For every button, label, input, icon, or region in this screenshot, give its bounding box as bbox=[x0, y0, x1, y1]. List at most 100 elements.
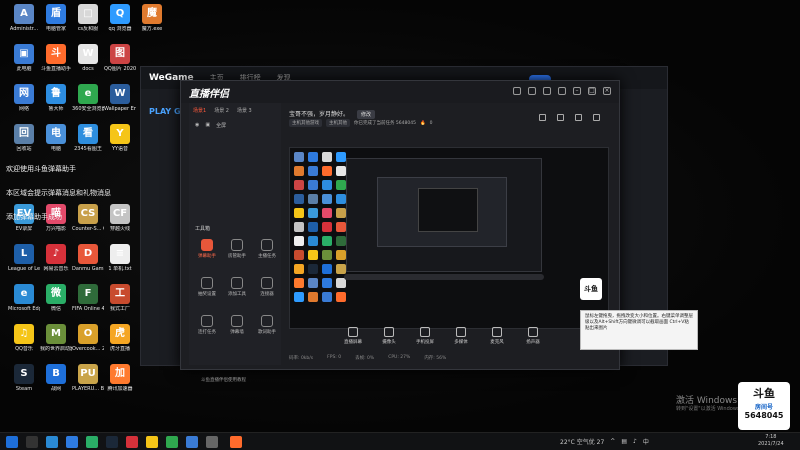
desktop-icon[interactable]: M 我的世界启动器 bbox=[40, 324, 72, 352]
preview-desktop-icon bbox=[322, 292, 332, 302]
tool-button[interactable]: 抽奖设置 bbox=[193, 277, 221, 297]
tool-button[interactable]: 连接器 bbox=[253, 277, 281, 297]
live-companion-window[interactable]: 直播伴侣 – □ × 场景1 场景 2 场景 3 ◉ ▣ 全屏 工具箱 弹幕助手… bbox=[180, 80, 620, 383]
douyu-taskbar-icon[interactable] bbox=[230, 436, 242, 448]
tool-button[interactable]: 添加工具 bbox=[223, 277, 251, 297]
desktop-icon[interactable]: e Microsoft Edge bbox=[8, 284, 40, 312]
desktop-icon[interactable]: 微微信 bbox=[40, 284, 72, 312]
preview-window-level3 bbox=[418, 188, 478, 232]
tag-category[interactable]: 主机其他游戏 bbox=[289, 119, 322, 127]
tool-button[interactable]: 歌词助手 bbox=[253, 315, 281, 335]
desktop-icon[interactable]: Qqq 浏览器 bbox=[104, 4, 136, 32]
source-icon bbox=[528, 327, 538, 337]
music-icon[interactable] bbox=[126, 436, 138, 448]
layout-icon[interactable] bbox=[557, 114, 564, 121]
desktop-icon[interactable]: 虎虎牙直播 bbox=[104, 324, 136, 352]
edit-title-button[interactable]: 修改 bbox=[356, 110, 375, 119]
desktop-icon[interactable]: CS Counter-S... Global Of... bbox=[72, 204, 104, 232]
app-icon: 鲁 bbox=[46, 84, 66, 104]
desktop-icon[interactable]: 鲁鲁大师 bbox=[40, 84, 72, 112]
desktop-icon[interactable]: O Overcook... 2 bbox=[72, 324, 104, 352]
tab-scene-3[interactable]: 场景 3 bbox=[237, 107, 252, 114]
source-button[interactable]: 多媒体 bbox=[449, 327, 473, 345]
maximize-icon[interactable]: □ bbox=[588, 87, 596, 95]
start-icon[interactable] bbox=[6, 436, 18, 448]
browser-icon[interactable] bbox=[166, 436, 178, 448]
source-button[interactable]: 扬声器 bbox=[521, 327, 545, 345]
desktop-icon[interactable]: F FIFA Online 4 bbox=[72, 284, 104, 312]
desktop-icon[interactable]: 斗斗鱼直播助手 bbox=[40, 44, 72, 72]
tool-icon[interactable] bbox=[206, 436, 218, 448]
desktop-icon[interactable]: 图 QQ图片 20201128... bbox=[104, 44, 136, 72]
ime-indicator[interactable]: 中 bbox=[643, 437, 649, 446]
desktop-icon[interactable]: ♫ QQ音乐 bbox=[8, 324, 40, 352]
desktop-icon[interactable]: 盾电脑管家 bbox=[40, 4, 72, 32]
desktop-icon[interactable]: ≡ 1 单机.txt bbox=[104, 244, 136, 272]
preview-desktop-icon bbox=[336, 208, 346, 218]
desktop-icon[interactable]: 加腾讯加速器 bbox=[104, 364, 136, 392]
desktop-icon[interactable]: 回回收站 bbox=[8, 124, 40, 152]
mail-icon[interactable] bbox=[543, 87, 551, 95]
clock[interactable]: 7:18 2021/7/24 bbox=[758, 434, 784, 448]
desktop-icon[interactable]: □ cs反和服 bbox=[72, 4, 104, 32]
tray-chevron-icon[interactable]: ^ bbox=[610, 438, 615, 445]
task-view-icon[interactable] bbox=[26, 436, 38, 448]
tab-scene-2[interactable]: 场景 2 bbox=[214, 107, 229, 114]
ev-icon[interactable] bbox=[186, 436, 198, 448]
network-icon[interactable]: ▤ bbox=[621, 438, 627, 445]
tool-button[interactable]: 主播任务 bbox=[253, 239, 281, 259]
tool-button[interactable]: 连打任务 bbox=[193, 315, 221, 335]
tab-scene-1[interactable]: 场景1 bbox=[193, 107, 206, 114]
play-label[interactable]: PLAY G bbox=[149, 107, 181, 116]
tool-button[interactable]: 弹幕墙 bbox=[223, 315, 251, 335]
source-button[interactable]: 直播屏幕 bbox=[341, 327, 365, 345]
desktop-icon[interactable]: W Wallpaper Engine... bbox=[104, 84, 136, 112]
desktop-icon[interactable]: L League of Legends bbox=[8, 244, 40, 272]
desktop-icon[interactable]: B 战网 bbox=[40, 364, 72, 392]
volume-icon[interactable]: ♪ bbox=[633, 438, 637, 445]
lock-scene-icon[interactable] bbox=[539, 114, 546, 121]
eye-icon[interactable]: ◉ bbox=[195, 122, 199, 129]
desktop-icon[interactable]: D Danmu Gamin... bbox=[72, 244, 104, 272]
weather-text[interactable]: 22°C 空气优 27 bbox=[560, 437, 604, 446]
desktop-icon[interactable]: Y YY语音 bbox=[104, 124, 136, 152]
desktop-icon[interactable]: e 360安全浏览器 bbox=[72, 84, 104, 112]
source-button[interactable]: 手机投屏 bbox=[413, 327, 437, 345]
settings-icon[interactable] bbox=[558, 87, 566, 95]
source-button[interactable]: 麦克风 bbox=[485, 327, 509, 345]
avatar-icon[interactable] bbox=[513, 87, 521, 95]
desktop-icon[interactable]: S Steam bbox=[8, 364, 40, 392]
share-icon[interactable] bbox=[593, 114, 600, 121]
close-icon[interactable]: × bbox=[603, 87, 611, 95]
desktop-icon[interactable]: 网网络 bbox=[8, 84, 40, 112]
desktop-icon[interactable]: A Administr... bbox=[8, 4, 40, 32]
scene-item-fullscreen[interactable]: ◉ ▣ 全屏 bbox=[189, 118, 281, 133]
tag-subcategory[interactable]: 主机其他 bbox=[326, 119, 350, 127]
desktop-icon[interactable]: ♪ 网易云音乐 bbox=[40, 244, 72, 272]
desktop-icon[interactable]: 电电脑 bbox=[40, 124, 72, 152]
desktop-icon[interactable]: 看 2345看图王 bbox=[72, 124, 104, 152]
preview-taskbar bbox=[344, 274, 544, 280]
qqmusic-icon[interactable] bbox=[146, 436, 158, 448]
wechat-icon[interactable] bbox=[86, 436, 98, 448]
edge-icon[interactable] bbox=[46, 436, 58, 448]
pin-icon[interactable] bbox=[575, 114, 582, 121]
desktop-icon[interactable]: 工我式工厂 bbox=[104, 284, 136, 312]
live-preview[interactable]: 斗鱼 bbox=[289, 147, 609, 329]
desktop-icon[interactable]: PU PLAYERU... BATTLEGR... bbox=[72, 364, 104, 392]
lock-icon[interactable]: ▣ bbox=[205, 122, 210, 129]
desktop-icon[interactable]: ▣ 此电脑 bbox=[8, 44, 40, 72]
tool-button[interactable]: 弹幕助手 bbox=[193, 239, 221, 259]
preview-desktop-icon bbox=[322, 250, 332, 260]
steam-icon[interactable] bbox=[106, 436, 118, 448]
gift-icon[interactable] bbox=[528, 87, 536, 95]
minimize-icon[interactable]: – bbox=[573, 87, 581, 95]
window-titlebar[interactable]: 直播伴侣 – □ × bbox=[181, 81, 619, 103]
desktop-icon[interactable]: CF 穿越火线 bbox=[104, 204, 136, 232]
tutorial-link[interactable]: 斗鱼直播伴侣使用教程 bbox=[201, 377, 246, 383]
desktop-icon[interactable]: 魔魔方.exe bbox=[136, 4, 168, 32]
source-button[interactable]: 摄像头 bbox=[377, 327, 401, 345]
tool-button[interactable]: 房管助手 bbox=[223, 239, 251, 259]
desktop-icon[interactable]: Wdocs bbox=[72, 44, 104, 72]
explorer-icon[interactable] bbox=[66, 436, 78, 448]
